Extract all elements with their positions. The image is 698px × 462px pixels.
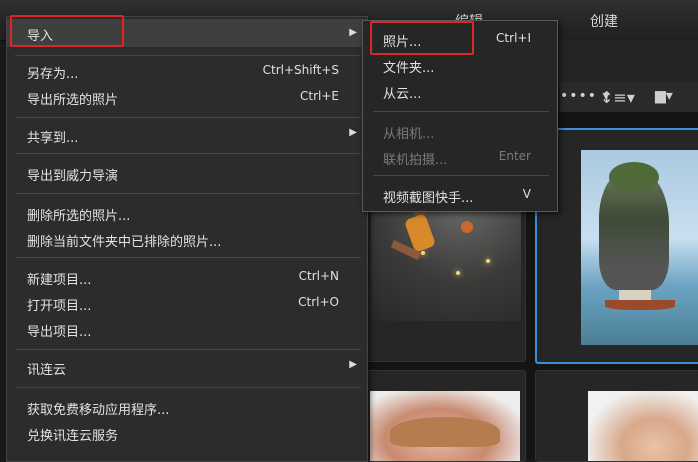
- menu-item-share-to[interactable]: 共享到... ▶: [7, 123, 367, 147]
- submenu-item-label: 文件夹...: [383, 61, 435, 76]
- shortcut-label: Ctrl+O: [298, 295, 339, 309]
- menu-item-label: 删除当前文件夹中已排除的照片...: [27, 235, 222, 250]
- layers-icon[interactable]: ▆▾: [655, 88, 673, 110]
- menu-item-cyberlink-cloud[interactable]: 讯连云 ▶: [7, 355, 367, 379]
- menu-item-label: 删除所选的照片...: [27, 209, 131, 224]
- menu-separator: [373, 111, 549, 112]
- portrait-photo-2: [588, 391, 698, 461]
- menu-separator: [15, 257, 361, 258]
- menu-item-label: 新建项目...: [27, 273, 92, 288]
- menu-item-label: 导出所选的照片: [27, 93, 119, 108]
- menu-separator: [15, 117, 361, 118]
- file-context-menu: 导入 ▶ 另存为... Ctrl+Shift+S 导出所选的照片 Ctrl+E …: [6, 16, 368, 462]
- submenu-item-label: 从云...: [383, 87, 422, 102]
- shortcut-label: Ctrl+N: [298, 269, 339, 283]
- submenu-item-label: 视频截图快手...: [383, 191, 474, 206]
- menu-item-get-mobile-app[interactable]: 获取免费移动应用程序...: [7, 395, 367, 419]
- shortcut-label: Ctrl+E: [300, 89, 339, 103]
- menu-item-label: 兑换讯连云服务: [27, 429, 119, 444]
- ball-shape: [461, 221, 473, 233]
- submenu-item-from-cloud[interactable]: 从云...: [363, 79, 557, 103]
- menu-item-new-project[interactable]: 新建项目... Ctrl+N: [7, 265, 367, 289]
- menu-item-delete-selected[interactable]: 删除所选的照片...: [7, 201, 367, 225]
- menu-item-label: 讯连云: [27, 363, 67, 378]
- line-spacing-icon[interactable]: ↕≡▾: [600, 88, 635, 110]
- menu-item-save-as[interactable]: 另存为... Ctrl+Shift+S: [7, 59, 367, 83]
- menu-item-label: 导出项目...: [27, 325, 92, 340]
- import-highlight-box: [10, 15, 124, 47]
- menu-item-export-project[interactable]: 导出项目...: [7, 317, 367, 341]
- submenu-arrow-icon: ▶: [349, 127, 357, 138]
- submenu-arrow-icon: ▶: [349, 359, 357, 370]
- submenu-item-video-snapshot[interactable]: 视频截图快手... V: [363, 183, 557, 207]
- island-photo: [581, 150, 698, 345]
- menu-separator: [373, 175, 549, 176]
- menu-item-label: 另存为...: [27, 67, 79, 82]
- menu-item-label: 导出到威力导演: [27, 169, 119, 184]
- submenu-arrow-icon: ▶: [349, 27, 357, 38]
- shortcut-label: V: [522, 187, 531, 201]
- submenu-item-label: 从相机...: [383, 127, 435, 142]
- menu-item-delete-excluded[interactable]: 删除当前文件夹中已排除的照片...: [7, 227, 367, 251]
- photo-thumbnail-portrait-2[interactable]: [535, 370, 698, 462]
- menu-item-label: 共享到...: [27, 131, 79, 146]
- submenu-item-label: 联机拍摄...: [383, 153, 448, 168]
- tab-create[interactable]: 创建: [590, 11, 618, 31]
- menu-separator: [15, 387, 361, 388]
- menu-item-open-project[interactable]: 打开项目... Ctrl+O: [7, 291, 367, 315]
- photo-thumbnail-island-selected[interactable]: [535, 128, 698, 364]
- submenu-item-tethered-shooting: 联机拍摄... Enter: [363, 145, 557, 169]
- menu-separator: [15, 153, 361, 154]
- menu-separator: [15, 55, 361, 56]
- menu-item-redeem-cloud[interactable]: 兑换讯连云服务: [7, 421, 367, 445]
- photos-highlight-box: [370, 21, 474, 55]
- submenu-item-folder[interactable]: 文件夹...: [363, 53, 557, 77]
- menu-separator: [15, 349, 361, 350]
- submenu-item-from-camera: 从相机...: [363, 119, 557, 143]
- shortcut-label: Enter: [498, 149, 531, 163]
- menu-item-export-selected[interactable]: 导出所选的照片 Ctrl+E: [7, 85, 367, 109]
- menu-item-label: 打开项目...: [27, 299, 92, 314]
- boat-shape: [605, 300, 675, 310]
- portrait-photo-1: [370, 391, 520, 461]
- photo-thumbnail-portrait-1[interactable]: [362, 370, 526, 462]
- menu-separator: [15, 193, 361, 194]
- shortcut-label: Ctrl+Shift+S: [262, 63, 339, 77]
- shortcut-label: Ctrl+I: [496, 31, 531, 45]
- menu-item-label: 获取免费移动应用程序...: [27, 403, 170, 418]
- menu-item-export-powerdirector[interactable]: 导出到威力导演: [7, 161, 367, 185]
